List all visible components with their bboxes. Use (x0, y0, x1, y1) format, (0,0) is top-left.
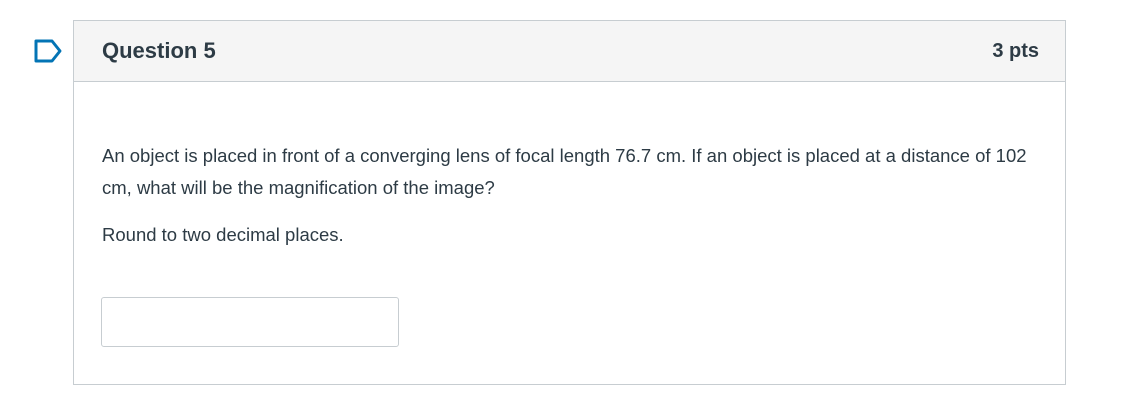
answer-input[interactable] (101, 297, 399, 347)
question-body: An object is placed in front of a conver… (74, 82, 1065, 251)
question-instruction: Round to two decimal places. (102, 224, 344, 245)
flag-question-icon[interactable] (33, 38, 63, 64)
question-text: An object is placed in front of a conver… (102, 145, 1027, 198)
question-title: Question 5 (102, 38, 216, 63)
question-header: Question 5 3 pts (74, 21, 1065, 82)
question-card: Question 5 3 pts An object is placed in … (73, 20, 1066, 385)
question-points: 3 pts (992, 39, 1039, 62)
